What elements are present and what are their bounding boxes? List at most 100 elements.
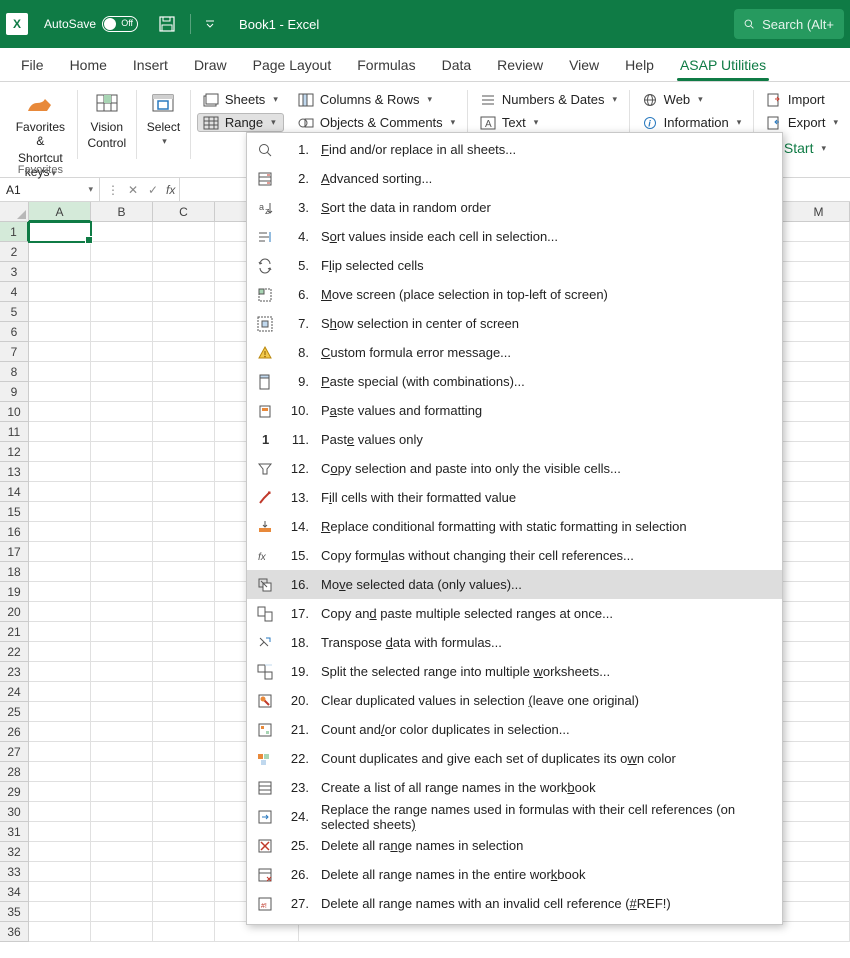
cell[interactable] <box>29 362 91 382</box>
cell[interactable] <box>153 862 215 882</box>
chevron-down-icon[interactable]: ▾ <box>88 184 93 195</box>
tab-file[interactable]: File <box>8 51 57 81</box>
cell[interactable] <box>29 702 91 722</box>
cell[interactable] <box>91 462 153 482</box>
cell[interactable] <box>215 922 299 942</box>
cell[interactable] <box>91 482 153 502</box>
cell[interactable] <box>29 322 91 342</box>
cell[interactable] <box>91 782 153 802</box>
cell[interactable] <box>153 422 215 442</box>
row-header[interactable]: 19 <box>0 582 29 602</box>
cell[interactable] <box>788 842 850 862</box>
menu-item-12[interactable]: 12.Copy selection and paste into only th… <box>247 454 782 483</box>
cell[interactable] <box>91 302 153 322</box>
menu-item-4[interactable]: 4.Sort values inside each cell in select… <box>247 222 782 251</box>
cell[interactable] <box>91 682 153 702</box>
cell[interactable] <box>788 422 850 442</box>
row-header[interactable]: 10 <box>0 402 29 422</box>
row-header[interactable]: 17 <box>0 542 29 562</box>
cell[interactable] <box>91 282 153 302</box>
menu-item-13[interactable]: 13.Fill cells with their formatted value <box>247 483 782 512</box>
menu-item-20[interactable]: 20.Clear duplicated values in selection … <box>247 686 782 715</box>
cell[interactable] <box>29 722 91 742</box>
cell[interactable] <box>788 502 850 522</box>
menu-item-16[interactable]: 16.Move selected data (only values)... <box>247 570 782 599</box>
cell[interactable] <box>91 742 153 762</box>
col-header-m[interactable]: M <box>788 202 850 222</box>
cell[interactable] <box>91 762 153 782</box>
cell[interactable] <box>29 742 91 762</box>
cell[interactable] <box>153 522 215 542</box>
menu-item-22[interactable]: 22.Count duplicates and give each set of… <box>247 744 782 773</box>
sheets-button[interactable]: Sheets▾ <box>197 90 284 109</box>
menu-item-5[interactable]: 5.Flip selected cells <box>247 251 782 280</box>
row-header[interactable]: 29 <box>0 782 29 802</box>
row-header[interactable]: 33 <box>0 862 29 882</box>
cell[interactable] <box>788 402 850 422</box>
tab-home[interactable]: Home <box>57 51 120 81</box>
cell[interactable] <box>29 862 91 882</box>
menu-item-14[interactable]: 14.Replace conditional formatting with s… <box>247 512 782 541</box>
cell[interactable] <box>153 362 215 382</box>
cell[interactable] <box>29 922 91 942</box>
cell[interactable] <box>91 562 153 582</box>
cell[interactable] <box>91 422 153 442</box>
row-header[interactable]: 23 <box>0 662 29 682</box>
cell[interactable] <box>788 682 850 702</box>
col-header-b[interactable]: B <box>91 202 153 222</box>
cell[interactable] <box>153 342 215 362</box>
row-header[interactable]: 21 <box>0 622 29 642</box>
row-header[interactable]: 24 <box>0 682 29 702</box>
row-header[interactable]: 5 <box>0 302 29 322</box>
cell[interactable] <box>91 362 153 382</box>
row-header[interactable]: 11 <box>0 422 29 442</box>
row-header[interactable]: 35 <box>0 902 29 922</box>
row-header[interactable]: 7 <box>0 342 29 362</box>
cell[interactable] <box>153 582 215 602</box>
row-header[interactable]: 8 <box>0 362 29 382</box>
cell[interactable] <box>788 522 850 542</box>
cell[interactable] <box>788 822 850 842</box>
cell[interactable] <box>788 362 850 382</box>
cell[interactable] <box>153 302 215 322</box>
cell[interactable] <box>91 322 153 342</box>
cell[interactable] <box>91 642 153 662</box>
fx-icon[interactable]: fx <box>166 183 175 197</box>
row-header[interactable]: 4 <box>0 282 29 302</box>
cell[interactable] <box>91 722 153 742</box>
cell[interactable] <box>153 902 215 922</box>
cell[interactable] <box>91 702 153 722</box>
cell[interactable] <box>91 622 153 642</box>
cell[interactable] <box>153 542 215 562</box>
row-header[interactable]: 31 <box>0 822 29 842</box>
cell[interactable] <box>29 762 91 782</box>
row-header[interactable]: 30 <box>0 802 29 822</box>
row-header[interactable]: 36 <box>0 922 29 942</box>
cell[interactable] <box>153 742 215 762</box>
tab-page-layout[interactable]: Page Layout <box>240 51 345 81</box>
select-all-corner[interactable] <box>0 202 29 222</box>
cell[interactable] <box>153 622 215 642</box>
information-button[interactable]: i Information▾ <box>636 113 748 132</box>
cell[interactable] <box>153 322 215 342</box>
menu-item-10[interactable]: 10.Paste values and formatting <box>247 396 782 425</box>
cell[interactable] <box>153 842 215 862</box>
cell[interactable] <box>788 922 850 942</box>
menu-item-26[interactable]: 26.Delete all range names in the entire … <box>247 860 782 889</box>
cell[interactable] <box>153 402 215 422</box>
row-header[interactable]: 27 <box>0 742 29 762</box>
cell[interactable] <box>91 382 153 402</box>
export-button[interactable]: Export▾ <box>760 113 844 132</box>
cell[interactable] <box>29 682 91 702</box>
cell[interactable] <box>91 222 153 242</box>
cell[interactable] <box>153 482 215 502</box>
cell[interactable] <box>788 322 850 342</box>
cell[interactable] <box>91 442 153 462</box>
cell[interactable] <box>788 702 850 722</box>
cell[interactable] <box>153 382 215 402</box>
row-header[interactable]: 3 <box>0 262 29 282</box>
cell[interactable] <box>788 342 850 362</box>
cell[interactable] <box>153 882 215 902</box>
cell[interactable] <box>91 402 153 422</box>
menu-item-17[interactable]: 17.Copy and paste multiple selected rang… <box>247 599 782 628</box>
